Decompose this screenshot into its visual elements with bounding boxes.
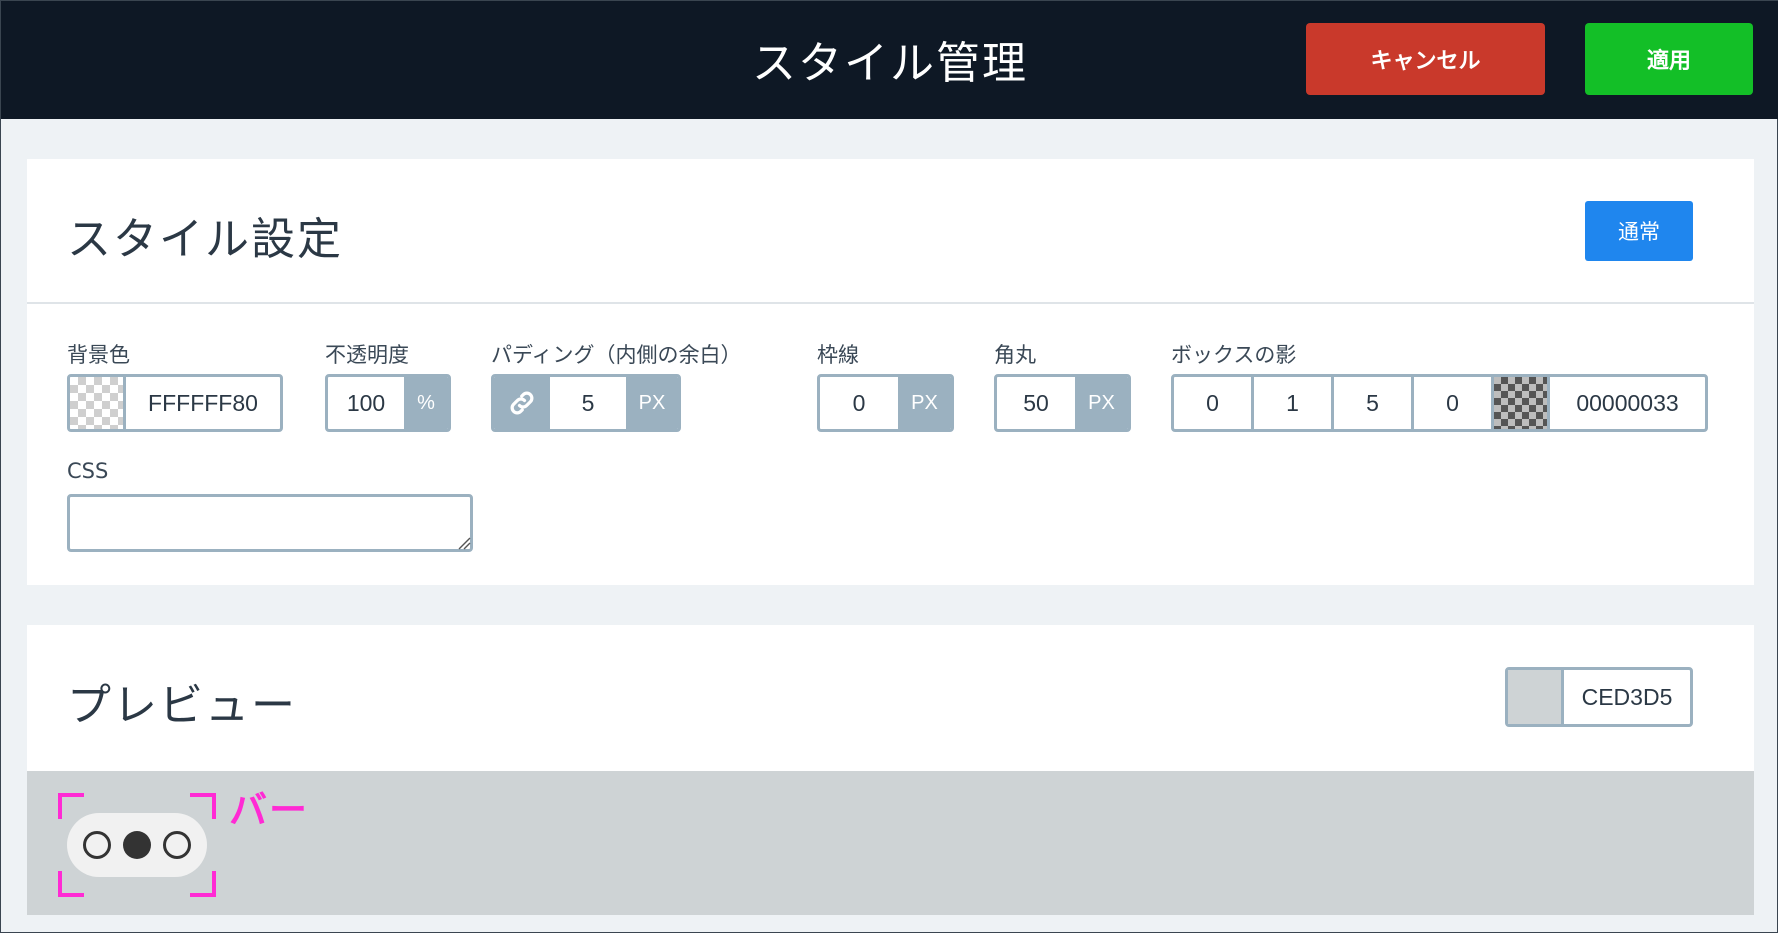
background-color-input[interactable]: FFFFFF80 bbox=[126, 377, 280, 429]
opacity-field: 100 % bbox=[325, 374, 451, 432]
padding-label: パディング（内側の余白） bbox=[491, 343, 742, 367]
preview-bg-color-input[interactable]: CED3D5 bbox=[1564, 670, 1690, 724]
box-shadow-label: ボックスの影 bbox=[1171, 343, 1297, 367]
opacity-label: 不透明度 bbox=[325, 343, 409, 367]
preview-bg-color-swatch[interactable] bbox=[1508, 670, 1564, 724]
annotation-bracket-tr bbox=[190, 793, 216, 819]
preview-title: プレビュー bbox=[67, 680, 297, 731]
style-settings-header: スタイル設定 通常 bbox=[27, 159, 1754, 304]
style-settings-title: スタイル設定 bbox=[67, 214, 343, 265]
normal-mode-button[interactable]: 通常 bbox=[1585, 201, 1693, 261]
annotation-bracket-tl bbox=[58, 793, 84, 819]
shadow-color-input[interactable]: 00000033 bbox=[1550, 377, 1705, 429]
radius-field: 50 PX bbox=[994, 374, 1131, 432]
radius-input[interactable]: 50 bbox=[997, 377, 1075, 429]
resize-grip-icon[interactable] bbox=[457, 536, 471, 550]
border-label: 枠線 bbox=[817, 343, 859, 367]
shadow-y-input[interactable]: 1 bbox=[1254, 377, 1334, 429]
border-unit: PX bbox=[898, 377, 951, 429]
cancel-button[interactable]: キャンセル bbox=[1306, 23, 1545, 95]
opacity-input[interactable]: 100 bbox=[328, 377, 404, 429]
preview-bg-color-field: CED3D5 bbox=[1505, 667, 1693, 727]
padding-field: 5 PX bbox=[491, 374, 681, 432]
preview-canvas: バー bbox=[27, 771, 1754, 915]
preview-panel: プレビュー CED3D5 バー bbox=[27, 625, 1754, 915]
border-input[interactable]: 0 bbox=[820, 377, 898, 429]
annotation-bracket-br bbox=[190, 871, 216, 897]
opacity-unit: % bbox=[404, 377, 448, 429]
shadow-x-input[interactable]: 0 bbox=[1174, 377, 1254, 429]
annotation-label: バー bbox=[229, 788, 310, 832]
radius-unit: PX bbox=[1075, 377, 1128, 429]
shadow-blur-input[interactable]: 5 bbox=[1334, 377, 1414, 429]
background-color-field: FFFFFF80 bbox=[67, 374, 283, 432]
style-settings-panel: スタイル設定 通常 背景色 FFFFFF80 不透明度 100 % パディング（… bbox=[27, 159, 1754, 585]
shadow-color-swatch[interactable] bbox=[1494, 377, 1550, 429]
preview-header: プレビュー CED3D5 bbox=[27, 625, 1754, 771]
dot-indicator-icon bbox=[163, 831, 191, 859]
dot-indicator-active-icon bbox=[123, 831, 151, 859]
css-textarea[interactable] bbox=[67, 494, 473, 552]
radius-label: 角丸 bbox=[994, 343, 1036, 367]
background-color-label: 背景色 bbox=[67, 343, 130, 367]
preview-bar bbox=[67, 813, 207, 877]
padding-input[interactable]: 5 bbox=[550, 377, 626, 429]
border-field: 0 PX bbox=[817, 374, 954, 432]
annotation-bracket-bl bbox=[58, 871, 84, 897]
background-color-swatch[interactable] bbox=[70, 377, 126, 429]
apply-button[interactable]: 適用 bbox=[1585, 23, 1753, 95]
box-shadow-field: 0 1 5 0 00000033 bbox=[1171, 374, 1708, 432]
css-label: CSS bbox=[67, 459, 109, 483]
dot-indicator-icon bbox=[83, 831, 111, 859]
link-icon[interactable] bbox=[494, 377, 550, 429]
top-bar: スタイル管理 キャンセル 適用 bbox=[1, 1, 1778, 119]
padding-unit: PX bbox=[626, 377, 678, 429]
shadow-spread-input[interactable]: 0 bbox=[1414, 377, 1494, 429]
